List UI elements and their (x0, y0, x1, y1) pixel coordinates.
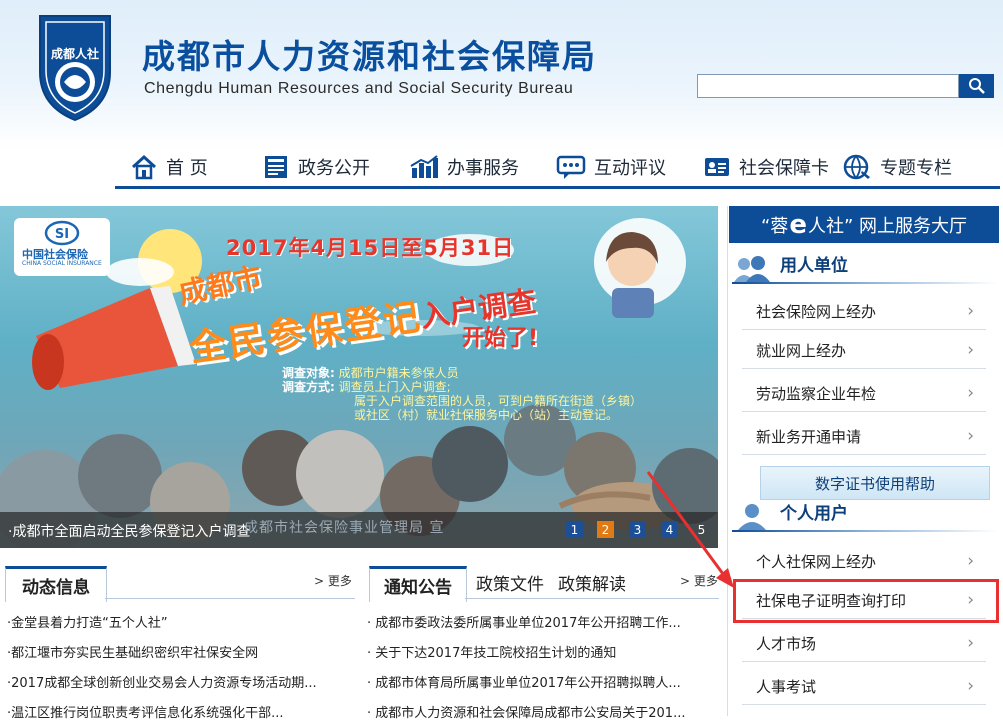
nav-label: 专题专栏 (880, 158, 952, 179)
banner-headline-start: 开始了! (462, 326, 539, 351)
nav-label: 社会保障卡 (739, 158, 829, 179)
personal-label: 个人用户 (780, 504, 848, 524)
bureau-logo[interactable]: 成都人社 (30, 10, 120, 122)
banner-carousel[interactable]: SI 中国社会保险 CHINA SOCIAL INSURANCE 2017年4月… (0, 206, 718, 548)
search-input[interactable] (697, 74, 959, 98)
svc-label: 人事考试 (756, 677, 817, 696)
svc-label: 人才市场 (756, 634, 817, 653)
news-item[interactable]: ·金堂县着力打造“五个人社” (7, 612, 357, 631)
news-item[interactable]: ·温江区推行岗位职责考评信息化系统强化干部... (7, 702, 357, 721)
banner-page-4[interactable]: 4 (661, 521, 678, 538)
nav-label: 首 页 (166, 158, 208, 179)
nav-label: 办事服务 (447, 158, 519, 179)
svc-personal-social-insurance[interactable]: 个人社保网上经办 › (742, 543, 986, 580)
svg-text:成都人社: 成都人社 (51, 46, 99, 61)
si-logo-icon: SI (44, 220, 80, 246)
chevron-right-icon: › (967, 383, 974, 403)
svc-label: 社会保险网上经办 (756, 302, 877, 321)
nav-label: 互动评议 (594, 158, 666, 179)
bar-chart-icon (410, 155, 438, 178)
service-header-post: 人社” 网上服务大厅 (807, 215, 967, 237)
news-item[interactable]: · 关于下达2017年技工院校招生计划的通知 (367, 642, 712, 661)
nav-item-social-card[interactable]: 社会保障卡 (703, 150, 829, 184)
banner-method-label: 调查方式: (282, 380, 335, 394)
divider (732, 282, 998, 284)
chevron-right-icon: › (967, 633, 974, 653)
nav-item-special-topics[interactable]: 专题专栏 (842, 150, 952, 184)
banner-page-1[interactable]: 1 (566, 521, 583, 538)
highlight-box (733, 579, 999, 623)
globe-icon (843, 154, 870, 180)
online-service-hall-header: “蓉 e 人社” 网上服务大厅 (729, 206, 999, 243)
service-header-pre: “蓉 (760, 215, 789, 237)
banner-date-range: 2017年4月15日至5月31日 (226, 236, 515, 260)
nav-item-gov-affairs[interactable]: 政务公开 (262, 150, 370, 184)
svc-talent-market[interactable]: 人才市场 › (742, 625, 986, 662)
personal-section-header: 个人用户 (732, 492, 1000, 532)
left-news-more-link[interactable]: > 更多 (314, 572, 352, 589)
nav-item-interaction[interactable]: 互动评议 (556, 150, 666, 184)
chevron-right-icon: › (967, 676, 974, 696)
employer-label: 用人单位 (780, 256, 848, 276)
main-nav: 首 页 政务公开 办事服务 互动评议 社会保障卡 专题专栏 (115, 150, 1000, 189)
svc-labor-inspection[interactable]: 劳动监察企业年检 › (742, 375, 986, 412)
banner-page-2[interactable]: 2 (597, 521, 614, 538)
nav-label: 政务公开 (298, 158, 370, 179)
tab-dynamic-news[interactable]: 动态信息 (5, 566, 107, 602)
banner-logo-subtext: CHINA SOCIAL INSURANCE (22, 260, 102, 267)
banner-method-value: 调查员上门入户调查; (338, 380, 451, 394)
news-item[interactable]: ·2017成都全球创新创业交易会人力资源专场活动期... (7, 672, 357, 691)
chevron-right-icon: › (967, 426, 974, 446)
tab-policy-interpretation[interactable]: 政策解读 (555, 566, 629, 599)
banner-target-label: 调查对象: (282, 366, 335, 380)
employer-section-header: 用人单位 (732, 244, 1000, 284)
person-icon (738, 504, 766, 530)
banner-caption[interactable]: ·成都市全面启动全民参保登记入户调查 (8, 521, 250, 541)
search-button[interactable] (959, 74, 994, 98)
document-icon (265, 156, 287, 178)
svg-text:SI: SI (55, 227, 69, 242)
banner-page-3[interactable]: 3 (629, 521, 646, 538)
banner-note-1: 属于入户调查范围的人员，可到户籍所在街道（乡镇） (354, 394, 643, 408)
chevron-right-icon: › (967, 551, 974, 571)
news-item[interactable]: · 成都市委政法委所属事业单位2017年公开招聘工作... (367, 612, 712, 631)
svc-new-business-application[interactable]: 新业务开通申请 › (742, 418, 986, 455)
svc-personnel-exam[interactable]: 人事考试 › (742, 668, 986, 705)
search-icon (968, 78, 985, 94)
site-subtitle: Chengdu Human Resources and Social Secur… (144, 80, 574, 97)
banner-social-insurance-logo: SI 中国社会保险 CHINA SOCIAL INSURANCE (14, 218, 110, 276)
svc-label: 就业网上经办 (756, 341, 847, 360)
banner-target-value: 成都市户籍未参保人员 (338, 366, 459, 380)
nav-item-services[interactable]: 办事服务 (409, 150, 519, 184)
tab-notices[interactable]: 通知公告 (369, 566, 467, 602)
tab-policy-docs[interactable]: 政策文件 (474, 566, 546, 599)
service-header-e: e (789, 209, 807, 240)
svc-label: 劳动监察企业年检 (756, 384, 877, 403)
tab-underline (465, 598, 719, 599)
svc-label: 个人社保网上经办 (756, 552, 877, 571)
banner-details: 调查对象: 成都市户籍未参保人员 调查方式: 调查员上门入户调查; 属于入户调查… (282, 366, 712, 422)
nav-item-home[interactable]: 首 页 (130, 150, 208, 184)
banner-note-2: 或社区（村）就业社保服务中心（站）主动登记。 (354, 408, 619, 422)
panel-border (727, 206, 728, 716)
site-title: 成都市人力资源和社会保障局 (142, 37, 597, 76)
home-icon (131, 154, 157, 180)
svc-label: 新业务开通申请 (756, 427, 862, 446)
chevron-right-icon: › (967, 301, 974, 321)
group-icon (734, 256, 770, 282)
mid-news-more-link[interactable]: > 更多 (680, 572, 718, 589)
chevron-right-icon: › (967, 340, 974, 360)
chat-icon (556, 155, 586, 179)
news-item[interactable]: · 成都市体育局所属事业单位2017年公开招聘拟聘人... (367, 672, 712, 691)
divider (732, 530, 998, 532)
news-item[interactable]: ·都江堰市夯实民生基础织密织牢社保安全网 (7, 642, 357, 661)
banner-caption-secondary: 成都市社会保险事业管理局 宣 (244, 520, 445, 536)
banner-page-5[interactable]: 5 (693, 521, 710, 538)
news-item[interactable]: · 成都市人力资源和社会保障局成都市公安局关于201... (367, 702, 712, 721)
svc-social-insurance-online[interactable]: 社会保险网上经办 › (742, 293, 986, 330)
svc-employment-online[interactable]: 就业网上经办 › (742, 332, 986, 369)
id-card-icon (705, 158, 729, 176)
tab-underline (105, 598, 355, 599)
